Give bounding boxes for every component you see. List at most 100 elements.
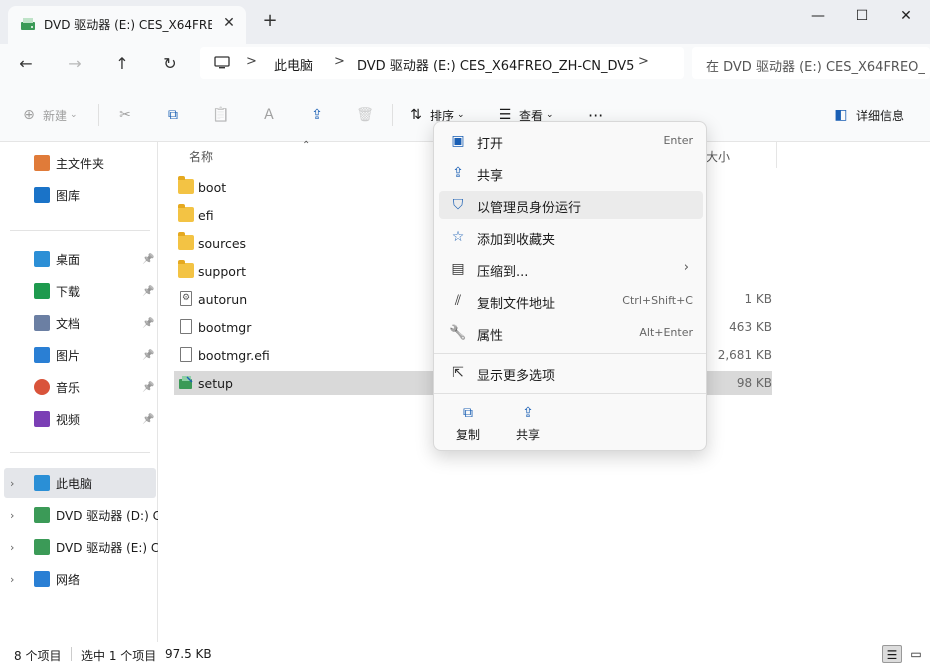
sort-ascending-icon: ⌃ xyxy=(302,140,311,151)
sidebar-item-home[interactable]: 主文件夹 xyxy=(0,148,158,178)
sidebar-item-label: 文档 xyxy=(56,316,81,331)
details-view-button[interactable]: ☰ xyxy=(882,645,902,663)
column-header-name[interactable]: 名称 xyxy=(189,148,213,165)
cut-button[interactable]: ✂ xyxy=(116,104,134,126)
desktop-icon xyxy=(34,251,50,267)
sidebar-item-desktop[interactable]: 桌面 📌 xyxy=(0,244,158,274)
file-size: 1 KB xyxy=(744,292,772,306)
quick-action-share[interactable]: ⇪ 共享 xyxy=(508,404,548,444)
menu-item-copy-path[interactable]: ⫽ 复制文件地址 Ctrl+Shift+C xyxy=(439,287,703,315)
paste-button[interactable]: 📋 xyxy=(212,104,230,126)
sidebar-item-label: 桌面 xyxy=(56,252,81,267)
tab-close-icon[interactable]: ✕ xyxy=(220,14,238,32)
quick-action-copy[interactable]: ⧉ 复制 xyxy=(448,404,488,444)
file-size: 98 KB xyxy=(736,376,772,390)
sidebar-item-label: 图库 xyxy=(56,188,81,203)
dvd-drive-icon xyxy=(34,539,50,555)
sidebar-item-network[interactable]: › 网络 xyxy=(0,564,158,594)
new-label: 新建 xyxy=(43,108,68,123)
share-button[interactable]: ⇪ xyxy=(308,104,326,126)
selection-size: 97.5 KB xyxy=(165,647,212,661)
chevron-right-icon[interactable]: › xyxy=(10,541,14,554)
selection-count: 选中 1 个项目 xyxy=(81,649,157,663)
file-size: 2,681 KB xyxy=(717,348,772,362)
file-name: bootmgr.efi xyxy=(198,348,270,363)
menu-divider xyxy=(434,393,706,394)
tab-title: DVD 驱动器 (E:) CES_X64FREO_ xyxy=(44,18,212,32)
menu-item-share[interactable]: ⇪ 共享 xyxy=(439,159,703,187)
menu-item-label: 属性 xyxy=(477,329,504,344)
menu-item-shortcut: Enter xyxy=(663,134,693,147)
pin-icon: 📌 xyxy=(142,413,155,425)
sidebar-item-pictures[interactable]: 图片 📌 xyxy=(0,340,158,370)
breadcrumb-dvd-drive[interactable]: DVD 驱动器 (E:) CES_X64FREO_ZH-CN_DV5 xyxy=(357,55,634,74)
download-icon xyxy=(34,283,50,299)
settings-file-icon: ⚙ xyxy=(180,291,192,306)
menu-item-show-more-options[interactable]: ⇱ 显示更多选项 xyxy=(439,359,703,387)
copy-path-icon: ⫽ xyxy=(454,293,462,309)
new-button[interactable]: ⊕ 新建 ⌄ xyxy=(20,104,77,126)
pin-icon: 📌 xyxy=(142,349,155,361)
rename-icon: Ａ xyxy=(262,107,276,123)
search-input[interactable]: 在 DVD 驱动器 (E:) CES_X64FREO_ xyxy=(692,47,930,79)
sidebar-item-gallery[interactable]: 图库 xyxy=(0,180,158,210)
menu-item-run-as-admin[interactable]: ⛉ 以管理员身份运行 xyxy=(439,191,703,219)
sidebar-item-dvd-d[interactable]: › DVD 驱动器 (D:) C xyxy=(0,500,158,530)
chevron-right-icon[interactable]: › xyxy=(10,509,14,522)
column-divider[interactable] xyxy=(776,142,777,168)
maximize-button[interactable]: ☐ xyxy=(840,2,884,30)
sidebar-item-downloads[interactable]: 下载 📌 xyxy=(0,276,158,306)
rename-button[interactable]: Ａ xyxy=(260,104,278,126)
search-placeholder: 在 DVD 驱动器 (E:) CES_X64FREO_ xyxy=(706,60,925,75)
back-button[interactable]: ← xyxy=(14,52,38,76)
address-bar[interactable]: > 此电脑 > DVD 驱动器 (E:) CES_X64FREO_ZH-CN_D… xyxy=(200,47,684,79)
copy-icon: ⧉ xyxy=(168,107,178,123)
menu-divider xyxy=(434,353,706,354)
share-icon: ⇪ xyxy=(452,165,464,181)
menu-item-compress[interactable]: ▤ 压缩到... › xyxy=(439,255,703,283)
menu-item-open[interactable]: ▣ 打开 Enter xyxy=(439,127,703,155)
star-icon: ☆ xyxy=(451,229,465,245)
close-window-button[interactable]: ✕ xyxy=(884,2,928,30)
breadcrumb-expand[interactable]: > xyxy=(638,54,649,69)
quick-action-label: 共享 xyxy=(515,428,540,442)
menu-item-properties[interactable]: 🔧 属性 Alt+Enter xyxy=(439,319,703,347)
refresh-button[interactable]: ↻ xyxy=(158,52,182,76)
compress-icon: ▤ xyxy=(451,261,465,277)
file-icon xyxy=(180,347,192,362)
open-icon: ▣ xyxy=(451,133,465,149)
tiles-view-button[interactable]: ▭ xyxy=(906,645,926,663)
sidebar-item-videos[interactable]: 视频 📌 xyxy=(0,404,158,434)
minimize-button[interactable]: — xyxy=(796,2,840,30)
sidebar-item-this-pc[interactable]: › 此电脑 xyxy=(4,468,156,498)
tab-dvd-drive[interactable]: DVD 驱动器 (E:) CES_X64FREO_ ✕ xyxy=(8,6,246,44)
sidebar-item-music[interactable]: 音乐 📌 xyxy=(0,372,158,402)
file-name: bootmgr xyxy=(198,320,252,335)
folder-icon xyxy=(178,260,194,278)
sidebar-item-label: DVD 驱动器 (D:) C xyxy=(56,508,158,523)
column-header-size[interactable]: 大小 xyxy=(706,148,730,165)
music-icon xyxy=(34,379,50,395)
sidebar-item-label: 图片 xyxy=(56,348,81,363)
run-as-admin-icon: ⛉ xyxy=(452,197,464,213)
sidebar-item-label: 主文件夹 xyxy=(56,156,105,171)
sidebar-item-documents[interactable]: 文档 📌 xyxy=(0,308,158,338)
details-pane-button[interactable]: ◧ 详细信息 xyxy=(832,104,904,126)
pin-icon: 📌 xyxy=(142,285,155,297)
sidebar-item-dvd-e[interactable]: › DVD 驱动器 (E:) C xyxy=(0,532,158,562)
chevron-right-icon[interactable]: › xyxy=(10,477,14,490)
forward-button[interactable]: → xyxy=(63,52,87,76)
menu-item-label: 复制文件地址 xyxy=(477,297,556,312)
new-tab-button[interactable]: + xyxy=(260,11,280,31)
documents-icon xyxy=(34,315,50,331)
sidebar-item-label: 视频 xyxy=(56,412,81,427)
sidebar-item-label: 网络 xyxy=(56,572,81,587)
breadcrumb-this-pc[interactable]: 此电脑 xyxy=(274,55,313,74)
delete-button[interactable]: 🗑 xyxy=(356,104,374,126)
menu-item-add-favorites[interactable]: ☆ 添加到收藏夹 xyxy=(439,223,703,251)
computer-icon xyxy=(214,56,230,69)
paste-icon: 📋 xyxy=(212,107,230,123)
copy-button[interactable]: ⧉ xyxy=(164,104,182,126)
chevron-right-icon[interactable]: › xyxy=(10,573,14,586)
up-button[interactable]: ↑ xyxy=(110,52,134,76)
